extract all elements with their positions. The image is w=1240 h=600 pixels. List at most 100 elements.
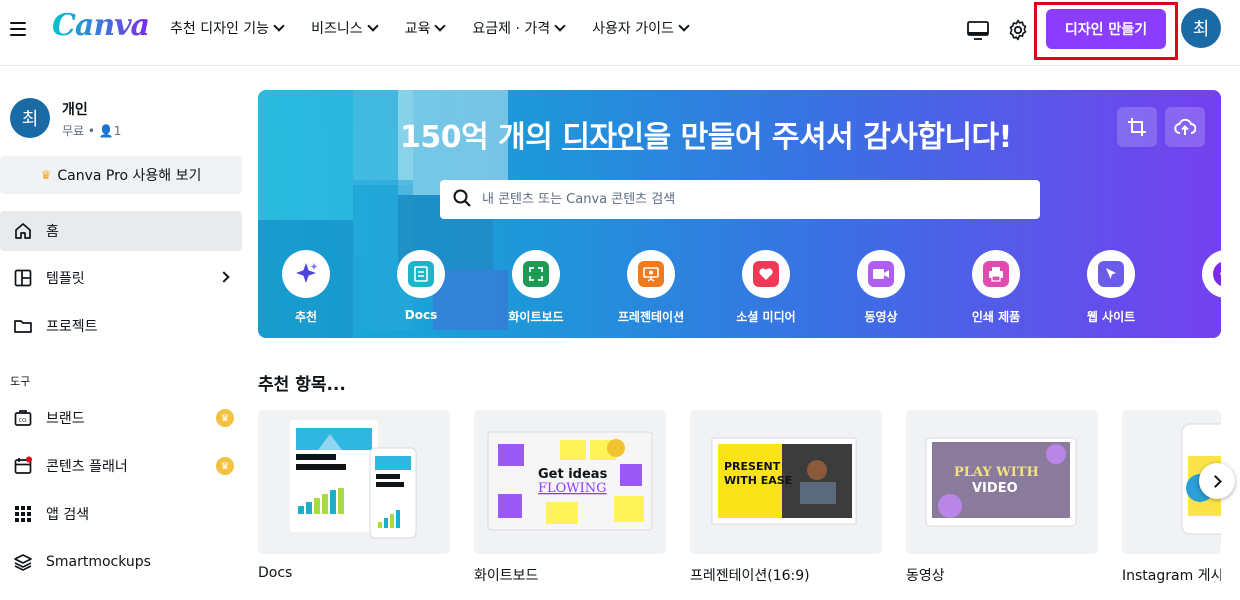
category-label: 더 [1186,308,1221,325]
category-circle: ··· [1202,250,1221,298]
chevron-down-icon [273,20,285,32]
category-label: 웹 사이트 [1086,310,1136,324]
category-label: 화이트보드 [508,310,564,324]
svg-text:Get ideas: Get ideas [538,467,608,482]
card-presentation[interactable]: PRESENT WITH EASE [690,410,882,554]
category-website[interactable]: 웹 사이트 [1071,250,1151,325]
category-more[interactable]: ··· 더 [1186,250,1221,325]
category-print[interactable]: 인쇄 제품 [956,250,1036,325]
main-nav: 추천 디자인 기능 비즈니스 교육 요금제 · 가격 사용자 가이드 [170,18,716,38]
category-circle [512,250,560,298]
category-video[interactable]: 동영상 [841,250,921,325]
card-video[interactable]: PLAY WITH VIDEO [906,410,1098,554]
nav-label: 사용자 가이드 [592,21,674,37]
chevron-down-icon [366,20,379,32]
try-pro-button[interactable]: ♛ Canva Pro 사용해 보기 [0,156,242,194]
category-label: 동영상 [864,310,898,324]
search-bar[interactable] [440,180,1040,219]
sidebar-item-label: 콘텐츠 플래너 [46,459,128,475]
category-recommended[interactable]: 추천 [266,250,346,325]
sidebar-item-label: Smartmockups [46,554,151,570]
video-thumbnail: PLAY WITH VIDEO [925,437,1077,527]
sidebar-item-projects[interactable]: 프로젝트 [0,306,242,346]
calendar-icon [12,455,34,477]
category-circle [972,250,1020,298]
category-label: Docs [404,308,438,322]
svg-text:VIDEO: VIDEO [972,481,1018,496]
printer-icon [983,261,1009,287]
sidebar-item-templates[interactable]: 템플릿 [0,258,242,298]
sidebar-item-apps[interactable]: 앱 검색 [0,494,242,534]
sidebar-item-label: 프로젝트 [46,319,98,335]
account-name: 개인 [62,102,88,118]
category-docs[interactable]: Docs [381,250,461,322]
avatar[interactable]: 최 [1181,8,1221,48]
canva-logo[interactable]: Canva [52,8,150,43]
nav-label: 비즈니스 [311,21,363,37]
docs-thumbnail [290,420,417,539]
whiteboard-thumbnail: Get ideas FLOWING [487,431,653,531]
category-whiteboard[interactable]: 화이트보드 [496,250,576,325]
category-circle [1087,250,1135,298]
presentation-icon [638,261,664,287]
crown-icon: ♛ [40,168,52,182]
sidebar-item-label: 홈 [46,224,59,240]
video-icon [868,261,894,287]
top-bar: Canva 추천 디자인 기능 비즈니스 교육 요금제 · 가격 사용자 가이드… [0,0,1240,66]
home-icon [12,220,34,242]
create-design-button[interactable]: 디자인 만들기 [1046,9,1166,49]
sidebar-item-home[interactable]: 홈 [0,211,242,251]
try-pro-label: Canva Pro 사용해 보기 [57,168,202,184]
category-label: 소셜 미디어 [736,310,796,324]
category-label: 인쇄 제품 [971,310,1021,324]
heart-icon [753,261,779,287]
whiteboard-icon [523,261,549,287]
nav-features[interactable]: 추천 디자인 기능 [170,18,285,38]
menu-icon[interactable] [10,22,26,38]
sidebar-item-content-planner[interactable]: 콘텐츠 플래너 ♛ [0,446,242,486]
account-avatar[interactable]: 최 [10,98,50,138]
chevron-down-icon [678,20,690,32]
svg-text:FLOWING: FLOWING [538,481,607,496]
hero-title-underlined: 디자인 [562,120,644,155]
category-circle [742,250,790,298]
card-docs[interactable] [258,410,450,554]
carousel-next-button[interactable] [1199,463,1235,499]
nav-education[interactable]: 교육 [404,18,447,38]
sidebar: 최 개인 무료 • 👤1 ♛ Canva Pro 사용해 보기 홈 템플릿 프로젝… [0,67,250,600]
desktop-app-icon[interactable] [966,18,990,42]
category-presentation[interactable]: 프레젠테이션 [611,250,691,325]
chevron-down-icon [554,20,566,32]
crop-icon[interactable] [1117,107,1157,147]
card-whiteboard[interactable]: Get ideas FLOWING [474,410,666,554]
hero-banner: 150억 개의 디자인을 만들어 주셔서 감사합니다! 추천 Docs 화이트보… [258,90,1221,338]
card-label: 동영상 [906,568,945,584]
gear-icon[interactable] [1006,18,1030,42]
nav-guide[interactable]: 사용자 가이드 [592,18,690,38]
hero-title-part: 을 만들어 주셔서 감사합니다! [643,120,1013,155]
nav-business[interactable]: 비즈니스 [311,18,379,38]
upload-cloud-icon[interactable] [1165,107,1205,147]
card-label: 프레젠테이션(16:9) [690,568,810,584]
category-circle [857,250,905,298]
hero-title: 150억 개의 디자인을 만들어 주셔서 감사합니다! [400,112,1012,156]
recommended-title: 추천 항목... [258,375,346,395]
sidebar-item-label: 브랜드 [46,411,85,427]
account-plan: 무료 • 👤1 [62,124,122,138]
category-social-media[interactable]: 소셜 미디어 [726,250,806,325]
nav-label: 교육 [404,21,431,37]
category-circle [282,250,330,298]
category-circle [627,250,675,298]
sidebar-item-label: 앱 검색 [46,507,90,523]
card-label: Docs [258,565,293,581]
folder-icon [12,315,34,337]
category-label: 추천 [294,310,318,324]
tools-section-label: 도구 [10,375,31,388]
nav-pricing[interactable]: 요금제 · 가격 [472,18,566,38]
sidebar-item-smartmockups[interactable]: Smartmockups [0,542,242,582]
category-label: 프레젠테이션 [617,310,685,324]
sidebar-item-brand[interactable]: CO. 브랜드 ♛ [0,398,242,438]
search-input[interactable] [482,192,1022,207]
crown-icon: ♛ [216,409,234,427]
brand-kit-icon: CO. [12,407,34,429]
